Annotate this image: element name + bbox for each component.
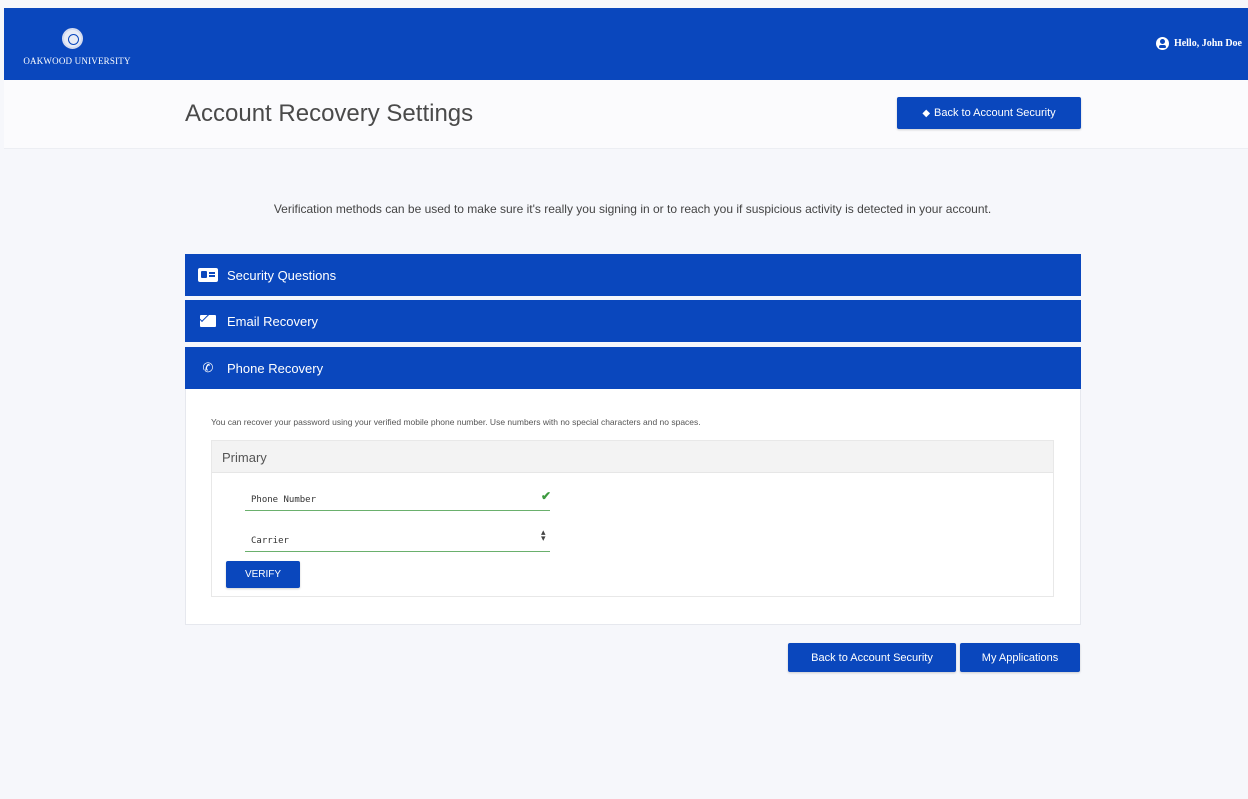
primary-card-title: Primary <box>222 450 267 465</box>
panel-phone-recovery[interactable]: ✆ Phone Recovery <box>185 347 1081 389</box>
back-top-label: Back to Account Security <box>934 107 1056 119</box>
panel-label: Email Recovery <box>227 313 319 329</box>
phone-icon: ✆ <box>202 360 214 375</box>
user-menu[interactable]: Hello, John Doe <box>1155 37 1242 50</box>
page-title: Account Recovery Settings <box>185 100 474 127</box>
primary-card-header <box>212 441 1053 473</box>
user-greeting: Hello, John Doe <box>1173 38 1242 49</box>
id-card-icon <box>198 268 218 282</box>
my-applications-button[interactable]: My Applications <box>960 643 1080 672</box>
intro-text: Verification methods can be used to make… <box>273 202 992 216</box>
back-to-account-security-top-button[interactable]: ◆ Back to Account Security <box>897 97 1081 129</box>
panel-label: Phone Recovery <box>227 360 324 376</box>
envelope-icon <box>200 315 216 327</box>
user-circle-icon <box>1155 37 1169 50</box>
panel-label: Security Questions <box>227 267 337 283</box>
checkmark-icon: ✔ <box>541 489 552 503</box>
phone-recovery-description: You can recover your password using your… <box>211 417 701 427</box>
panel-security-questions[interactable]: Security Questions <box>185 254 1081 296</box>
panel-email-recovery[interactable]: Email Recovery <box>185 300 1081 342</box>
select-updown-icon: ▴ ▾ <box>541 527 546 543</box>
university-logo-text[interactable]: OAKWOOD UNIVERSITY <box>14 56 140 66</box>
phone-number-input[interactable] <box>245 489 550 511</box>
university-seal-icon[interactable] <box>62 28 83 49</box>
back-to-account-security-button[interactable]: Back to Account Security <box>788 643 956 672</box>
verify-button[interactable]: VERIFY <box>226 561 300 588</box>
arrow-left-icon: ◆ <box>922 107 931 119</box>
top-navbar <box>4 8 1248 80</box>
carrier-select[interactable] <box>245 530 550 552</box>
